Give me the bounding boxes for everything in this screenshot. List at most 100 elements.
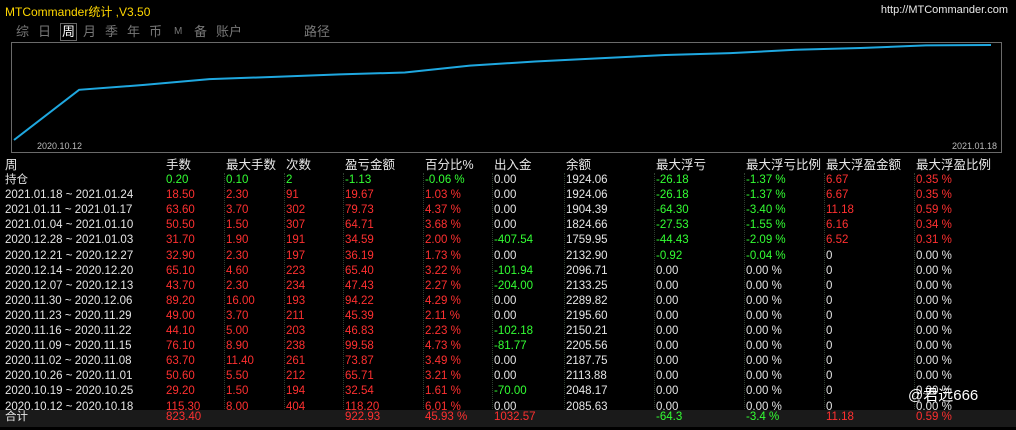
column-header[interactable]: 最大浮亏 (656, 158, 706, 173)
table-cell: 32.90 (166, 249, 195, 262)
table-row[interactable]: 2020.11.16 ~ 2020.11.22 44.10 5.00 203 46.83… (0, 324, 1016, 339)
column-separator (284, 173, 285, 409)
table-row[interactable]: 2020.12.14 ~ 2020.12.20 65.10 4.60 223 65.40… (0, 264, 1016, 279)
table-cell: 11.18 (826, 204, 854, 217)
column-header[interactable]: 次数 (286, 158, 311, 173)
tab-5[interactable]: 年 (127, 24, 140, 40)
table-cell: 0.00 % (746, 294, 782, 307)
table-cell: -407.54 (494, 234, 534, 247)
table-cell: 0.00 % (746, 355, 782, 368)
tab-3[interactable]: 月 (83, 24, 96, 40)
table-cell: 0.35 % (916, 189, 952, 202)
table-cell: 2020.12.14 ~ 2020.12.20 (5, 264, 134, 277)
table-cell: 50.50 (166, 219, 195, 232)
table-cell: 8.90 (226, 340, 249, 353)
table-row[interactable]: 2020.10.26 ~ 2020.11.01 50.60 5.50 212 65.71… (0, 369, 1016, 384)
balance-line (13, 44, 992, 141)
table-cell: 2133.25 (566, 279, 608, 292)
table-cell: 0.59 % (916, 204, 952, 217)
table-cell: 64.71 (345, 219, 374, 232)
column-header[interactable]: 最大浮盈金额 (826, 158, 901, 173)
table-cell: -26.18 (656, 189, 689, 202)
tab-8[interactable]: 备 (194, 24, 207, 40)
column-header[interactable]: 出入金 (494, 158, 532, 173)
table-cell: 0.00 % (916, 264, 952, 277)
table-cell: 4.37 % (425, 204, 461, 217)
column-header[interactable]: 百分比% (425, 158, 474, 173)
table-cell: 2021.01.11 ~ 2021.01.17 (5, 204, 133, 217)
table-row[interactable]: 2020.11.02 ~ 2020.11.08 63.70 11.40 261 73.8… (0, 354, 1016, 369)
table-cell: 3.70 (226, 204, 249, 217)
table-cell: 2020.12.07 ~ 2020.12.13 (5, 279, 134, 292)
table-cell: 16.00 (226, 294, 255, 307)
table-row[interactable]: 2020.11.23 ~ 2020.11.29 49.00 3.70 211 45.39… (0, 309, 1016, 324)
table-row[interactable]: 2020.10.19 ~ 2020.10.25 29.20 1.50 194 32.54… (0, 384, 1016, 399)
table-cell: 0 (826, 325, 833, 337)
table-cell: 0.34 % (916, 219, 952, 232)
tab-4[interactable]: 季 (105, 24, 118, 40)
table-cell: 2020.11.09 ~ 2020.11.15 (5, 340, 132, 353)
table-cell: -1.37 % (746, 174, 786, 186)
table-cell: 18.50 (166, 189, 195, 202)
column-header[interactable]: 最大手数 (226, 158, 276, 173)
column-header[interactable]: 盈亏金额 (345, 158, 395, 173)
tab-0[interactable]: 综 (16, 24, 29, 40)
table-cell: -102.18 (494, 325, 534, 337)
table-cell: 0.31 % (916, 234, 952, 247)
table-cell: 31.70 (166, 234, 195, 247)
tab-1[interactable]: 日 (38, 24, 51, 40)
table-cell: 2.27 % (425, 279, 461, 292)
tab-10[interactable]: 路径 (304, 24, 330, 40)
table-row[interactable]: 2020.11.30 ~ 2020.12.06 89.20 16.00 193 94.2… (0, 294, 1016, 309)
app-title: MTCommander统计 ,V3.50 (5, 5, 151, 19)
table-row[interactable]: 2021.01.11 ~ 2021.01.17 63.60 3.70 302 79.73… (0, 203, 1016, 218)
tab-2[interactable]: 周 (60, 23, 78, 41)
table-row[interactable]: 2021.01.04 ~ 2021.01.10 50.50 1.50 307 64.71… (0, 218, 1016, 233)
table-cell: 0.00 % (746, 309, 782, 322)
column-header[interactable]: 最大浮亏比例 (746, 158, 821, 173)
table-cell: 0.00 % (746, 264, 782, 277)
column-header[interactable]: 余额 (566, 158, 591, 173)
total-cell: 823.40 (166, 411, 202, 423)
table-cell: -1.55 % (746, 219, 786, 232)
column-header[interactable]: 手数 (166, 158, 191, 173)
table-cell: 43.70 (166, 279, 195, 292)
table-cell: 2.11 % (425, 309, 460, 322)
website-link[interactable]: http://MTCommander.com (881, 4, 1008, 16)
column-separator (914, 173, 915, 409)
table-cell: 1759.95 (566, 234, 608, 247)
position-row[interactable]: 持仓 0.20 0.10 2 -1.13 -0.06 % 0.00 1924.06 -26.18… (0, 173, 1016, 188)
table-cell: 45.39 (345, 309, 374, 322)
table-cell: 47.43 (345, 279, 374, 292)
table-cell: 89.20 (166, 294, 195, 307)
tab-7[interactable]: M (174, 24, 182, 40)
table-cell: 223 (286, 264, 306, 277)
total-cell: -3.4 % (746, 411, 780, 423)
table-cell: 0.00 (656, 385, 679, 398)
table-cell: 2021.01.04 ~ 2021.01.10 (5, 219, 134, 232)
table-cell: 44.10 (166, 325, 195, 337)
table-cell: 3.70 (226, 309, 249, 322)
table-cell: 197 (286, 249, 306, 262)
table-row[interactable]: 2020.12.28 ~ 2021.01.03 31.70 1.90 191 34.59… (0, 233, 1016, 248)
column-separator (423, 173, 424, 409)
table-row[interactable]: 2020.12.07 ~ 2020.12.13 43.70 2.30 234 47.43… (0, 279, 1016, 294)
table-cell: 5.50 (226, 370, 249, 383)
table-cell: 32.54 (345, 385, 374, 398)
balance-chart-svg: 2020.10.12 2021.01.18 (11, 42, 1002, 153)
table-cell: 2020.11.16 ~ 2020.11.22 (5, 325, 132, 337)
table-cell: 49.00 (166, 309, 195, 322)
table-cell: 0.00 (656, 370, 679, 383)
table-cell: -0.92 (656, 249, 683, 262)
column-header[interactable]: 最大浮盈比例 (916, 158, 991, 173)
table-cell: 2 (286, 174, 293, 186)
tab-9[interactable]: 账户 (216, 24, 242, 40)
table-cell: -27.53 (656, 219, 689, 232)
table-row[interactable]: 2020.12.21 ~ 2020.12.27 32.90 2.30 197 36.19… (0, 249, 1016, 264)
table-cell: 11.40 (226, 355, 254, 368)
column-header[interactable]: 周 (5, 158, 18, 173)
table-row[interactable]: 2020.11.09 ~ 2020.11.15 76.10 8.90 238 99.58… (0, 339, 1016, 354)
table-cell: 211 (286, 309, 305, 322)
tab-6[interactable]: 币 (149, 24, 162, 40)
table-row[interactable]: 2021.01.18 ~ 2021.01.24 18.50 2.30 91 19.67 1… (0, 188, 1016, 203)
